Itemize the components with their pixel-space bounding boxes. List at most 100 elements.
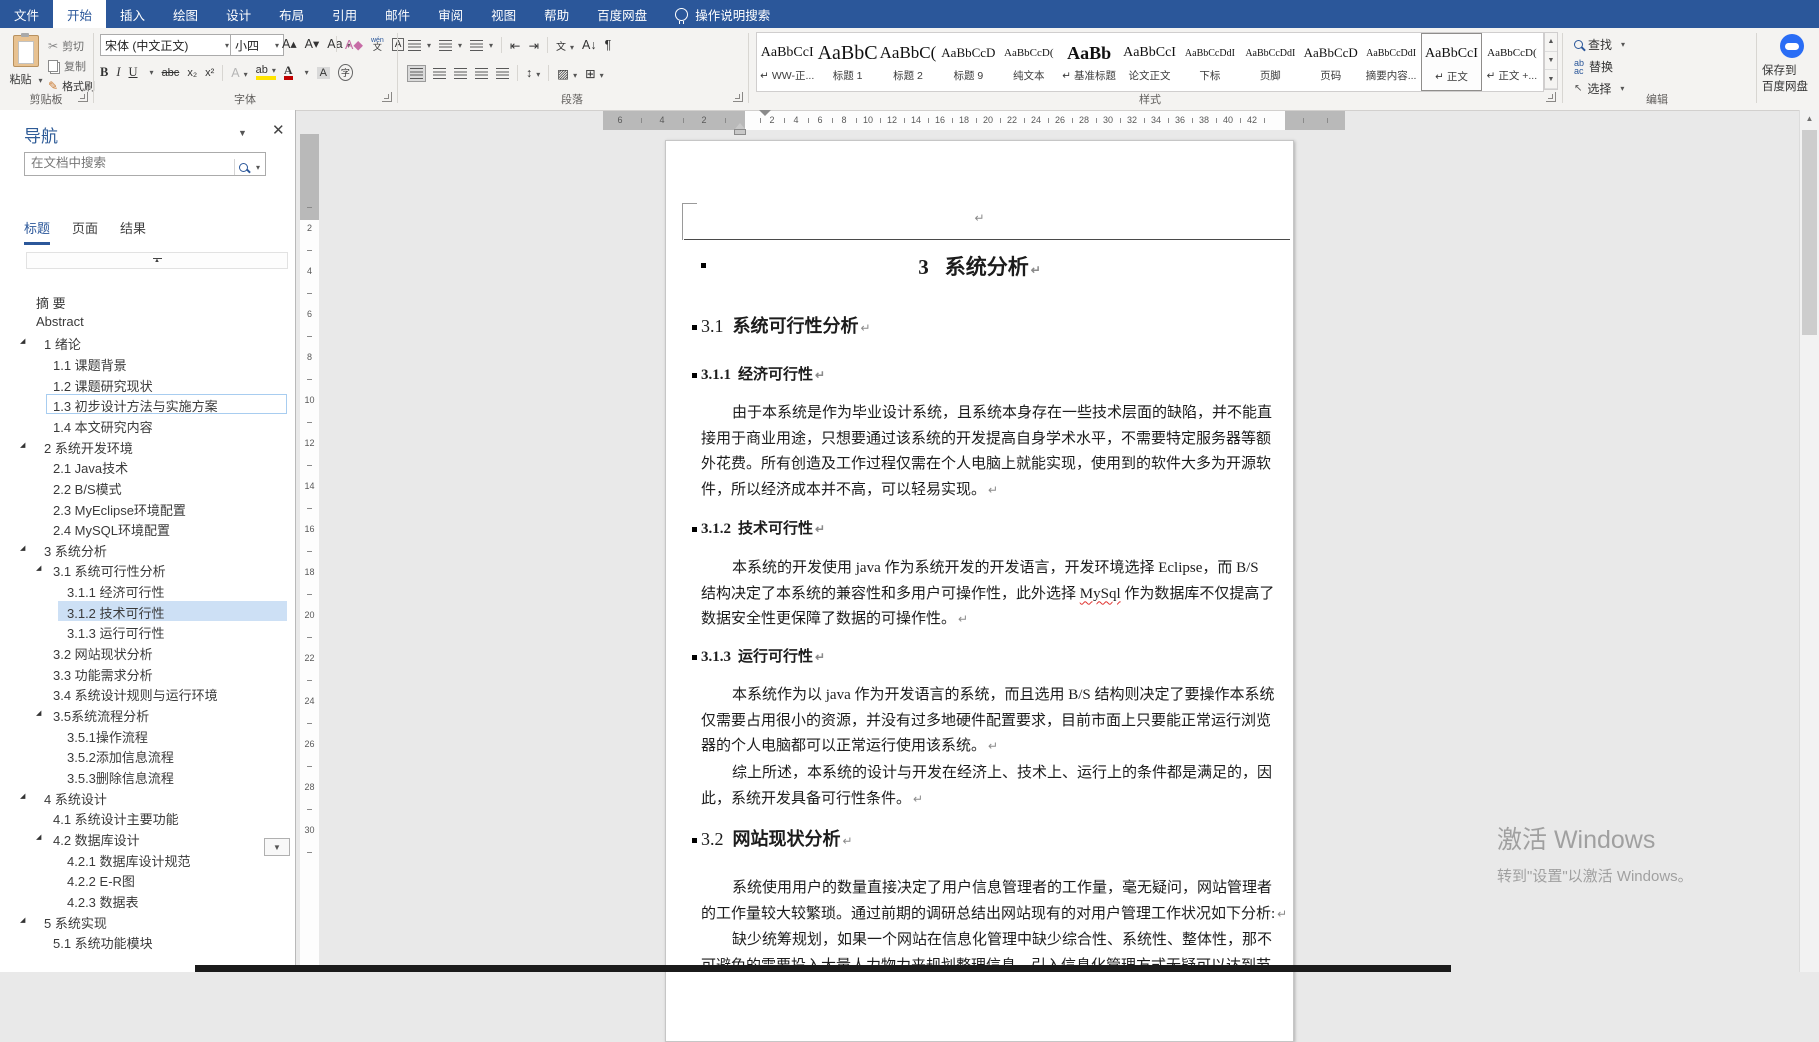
text-effects-button[interactable]: A ▾ <box>231 66 247 80</box>
ribbon-tab-文件[interactable]: 文件 <box>0 0 53 28</box>
document-scrollbar[interactable]: ▲ <box>1799 110 1819 972</box>
nav-item[interactable]: 3.3 功能需求分析 <box>0 663 295 683</box>
style-item[interactable]: AaBbCcI 论文正文 <box>1119 33 1179 91</box>
nav-item[interactable]: 3.1.2 技术可行性 <box>0 600 295 621</box>
grow-font-button[interactable]: A▴ <box>282 36 297 51</box>
nav-item[interactable]: 4.2.2 E-R图 <box>0 869 295 889</box>
shading-button[interactable]: ▨ ▾ <box>557 66 577 81</box>
borders-button[interactable]: ⊞ ▾ <box>585 66 604 81</box>
style-item[interactable]: AaBbCcI ↵ WW-正... <box>757 33 817 91</box>
styles-dialog-launcher[interactable] <box>1546 92 1556 102</box>
scrollbar-thumb[interactable] <box>1802 130 1817 335</box>
expand-triangle-icon[interactable]: ◢ <box>20 337 25 345</box>
style-item[interactable]: AaBbCcD 页码 <box>1301 33 1361 91</box>
nav-item[interactable]: Abstract <box>0 312 295 332</box>
ribbon-tab-设计[interactable]: 设计 <box>212 0 265 28</box>
show-marks-button[interactable]: ¶ <box>605 38 612 52</box>
horizontal-ruler[interactable]: 6 4 2 2 4 6 8 10 12 14 16 18 20 22 24 26 28 30 32 34 36 38 40 4… <box>603 110 1345 135</box>
style-item[interactable]: AaBbCcI ↵ 正文 <box>1421 33 1482 91</box>
sort-button[interactable]: A↓ <box>582 38 597 52</box>
enclose-characters-button[interactable]: 字 <box>337 64 353 81</box>
expand-triangle-icon[interactable]: ◢ <box>20 441 25 449</box>
cut-button[interactable]: ✂ 剪切 <box>48 36 95 56</box>
nav-item[interactable]: 3.1.1 经济可行性 <box>0 580 295 600</box>
font-size-select[interactable]: 小四 ▾ <box>230 34 284 56</box>
ribbon-tab-帮助[interactable]: 帮助 <box>530 0 583 28</box>
expand-triangle-icon[interactable]: ◢ <box>36 833 41 841</box>
nav-item[interactable]: 3.5.1操作流程 <box>0 725 295 745</box>
styles-gallery-scroll[interactable]: ▲ ▼ ▼ <box>1544 32 1558 90</box>
ribbon-tab-百度网盘[interactable]: 百度网盘 <box>583 0 661 28</box>
style-item[interactable]: AaBbCcD 标题 9 <box>938 33 998 91</box>
bold-button[interactable]: B <box>100 65 108 80</box>
nav-item[interactable]: 2.2 B/S模式 <box>0 477 295 497</box>
ribbon-tab-邮件[interactable]: 邮件 <box>371 0 424 28</box>
style-item[interactable]: AaBbC 标题 1 <box>817 33 878 91</box>
nav-item[interactable]: 3.4 系统设计规则与运行环境 <box>0 683 295 703</box>
paragraph-dialog-launcher[interactable] <box>733 92 743 102</box>
find-button[interactable]: 查找 ▾ <box>1574 36 1625 53</box>
ribbon-tab-布局[interactable]: 布局 <box>265 0 318 28</box>
style-item[interactable]: AaBbC(标题 2 <box>878 33 938 91</box>
tell-me-search[interactable]: 操作说明搜索 <box>675 0 770 28</box>
font-dialog-launcher[interactable] <box>382 92 392 102</box>
italic-button[interactable]: I <box>116 65 120 80</box>
expand-triangle-icon[interactable]: ◢ <box>20 792 25 800</box>
styles-scroll-up-icon[interactable]: ▲ <box>1545 33 1557 52</box>
shrink-font-button[interactable]: A▾ <box>305 36 320 51</box>
vertical-ruler[interactable]: 2 4 6 8 10 12 14 16 18 20 22 24 26 28 30 <box>300 134 319 972</box>
nav-item[interactable]: 3.1.3 运行可行性 <box>0 621 295 641</box>
nav-scroll-down-button[interactable]: ▼ <box>264 838 290 856</box>
phonetic-guide-button[interactable]: wén 文 <box>371 37 384 52</box>
character-border-button[interactable]: A <box>391 37 405 51</box>
align-right-button[interactable] <box>454 67 467 79</box>
subscript-button[interactable]: x₂ <box>187 67 197 79</box>
distribute-button[interactable] <box>496 67 509 79</box>
superscript-button[interactable]: x² <box>205 67 214 79</box>
multilevel-list-button[interactable]: ▾ <box>470 39 493 51</box>
line-spacing-button[interactable]: ↕ ▾ <box>526 66 540 80</box>
styles-scroll-down-icon[interactable]: ▼ <box>1545 52 1557 71</box>
expand-triangle-icon[interactable]: ◢ <box>36 564 41 572</box>
numbered-list-button[interactable]: ▾ <box>439 39 462 51</box>
nav-item[interactable]: 1.1 课题背景 <box>0 353 295 373</box>
align-left-button[interactable] <box>407 64 426 82</box>
character-shading-button[interactable]: A <box>316 66 330 79</box>
style-item[interactable]: AaBbCcD(纯文本 <box>999 33 1059 91</box>
asian-layout-button[interactable]: 文 ▾ <box>556 38 574 53</box>
nav-item[interactable]: 4.2.1 数据库设计规范 <box>0 849 295 869</box>
nav-item[interactable]: ◢ 4 系统设计 <box>0 787 295 807</box>
strikethrough-button[interactable]: abc <box>162 67 180 79</box>
align-center-button[interactable] <box>433 67 446 79</box>
nav-item[interactable]: ◢ 4.2 数据库设计 <box>0 828 295 848</box>
style-item[interactable]: AaBb ↵ 基准标题 <box>1059 33 1119 91</box>
ribbon-tab-插入[interactable]: 插入 <box>106 0 159 28</box>
decrease-indent-button[interactable]: ⇤ <box>510 38 520 53</box>
clear-format-button[interactable]: A◆ <box>345 37 363 52</box>
style-item[interactable]: AaBbCcDdI 摘要内容... <box>1361 33 1421 91</box>
font-name-select[interactable]: 宋体 (中文正文) ▾ <box>100 34 234 56</box>
expand-triangle-icon[interactable]: ◢ <box>20 544 25 552</box>
nav-item[interactable]: 3.5.3删除信息流程 <box>0 766 295 786</box>
nav-item[interactable]: 5.1 系统功能模块 <box>0 931 295 951</box>
document-page[interactable]: ↵ 3 系统分析 ↵ 3.1 系统可行性分析 ↵ 3.1.1 经济可行性 ↵ 由于本系统是作为毕业… <box>665 140 1294 1042</box>
nav-item[interactable]: 摘 要 <box>0 291 295 311</box>
underline-button[interactable]: U <box>129 65 138 80</box>
font-color-button[interactable]: A <box>283 64 293 80</box>
nav-item[interactable]: ◢ 2 系统开发环境 <box>0 436 295 456</box>
nav-item[interactable]: 4.2.3 数据表 <box>0 890 295 910</box>
nav-item[interactable]: 2.1 Java技术 <box>0 456 295 476</box>
nav-item[interactable]: 1.2 课题研究现状 <box>0 374 295 394</box>
increase-indent-button[interactable]: ⇥ <box>529 38 539 53</box>
nav-item[interactable]: 2.4 MySQL环境配置 <box>0 518 295 538</box>
font-color-dropdown[interactable]: ▾ <box>305 68 309 77</box>
nav-item[interactable]: ◢ 5 系统实现 <box>0 911 295 931</box>
copy-button[interactable]: 复制 <box>48 56 95 76</box>
select-button[interactable]: ↖ 选择 ▾ <box>1574 80 1624 97</box>
nav-item[interactable]: 1.3 初步设计方法与实施方案 <box>0 394 295 415</box>
nav-item[interactable]: 3.5.2添加信息流程 <box>0 745 295 765</box>
clipboard-dialog-launcher[interactable] <box>78 92 88 102</box>
ribbon-tab-开始[interactable]: 开始 <box>53 0 107 28</box>
nav-item[interactable]: ◢ 3 系统分析 <box>0 539 295 559</box>
underline-dropdown[interactable]: ▾ <box>150 68 154 77</box>
